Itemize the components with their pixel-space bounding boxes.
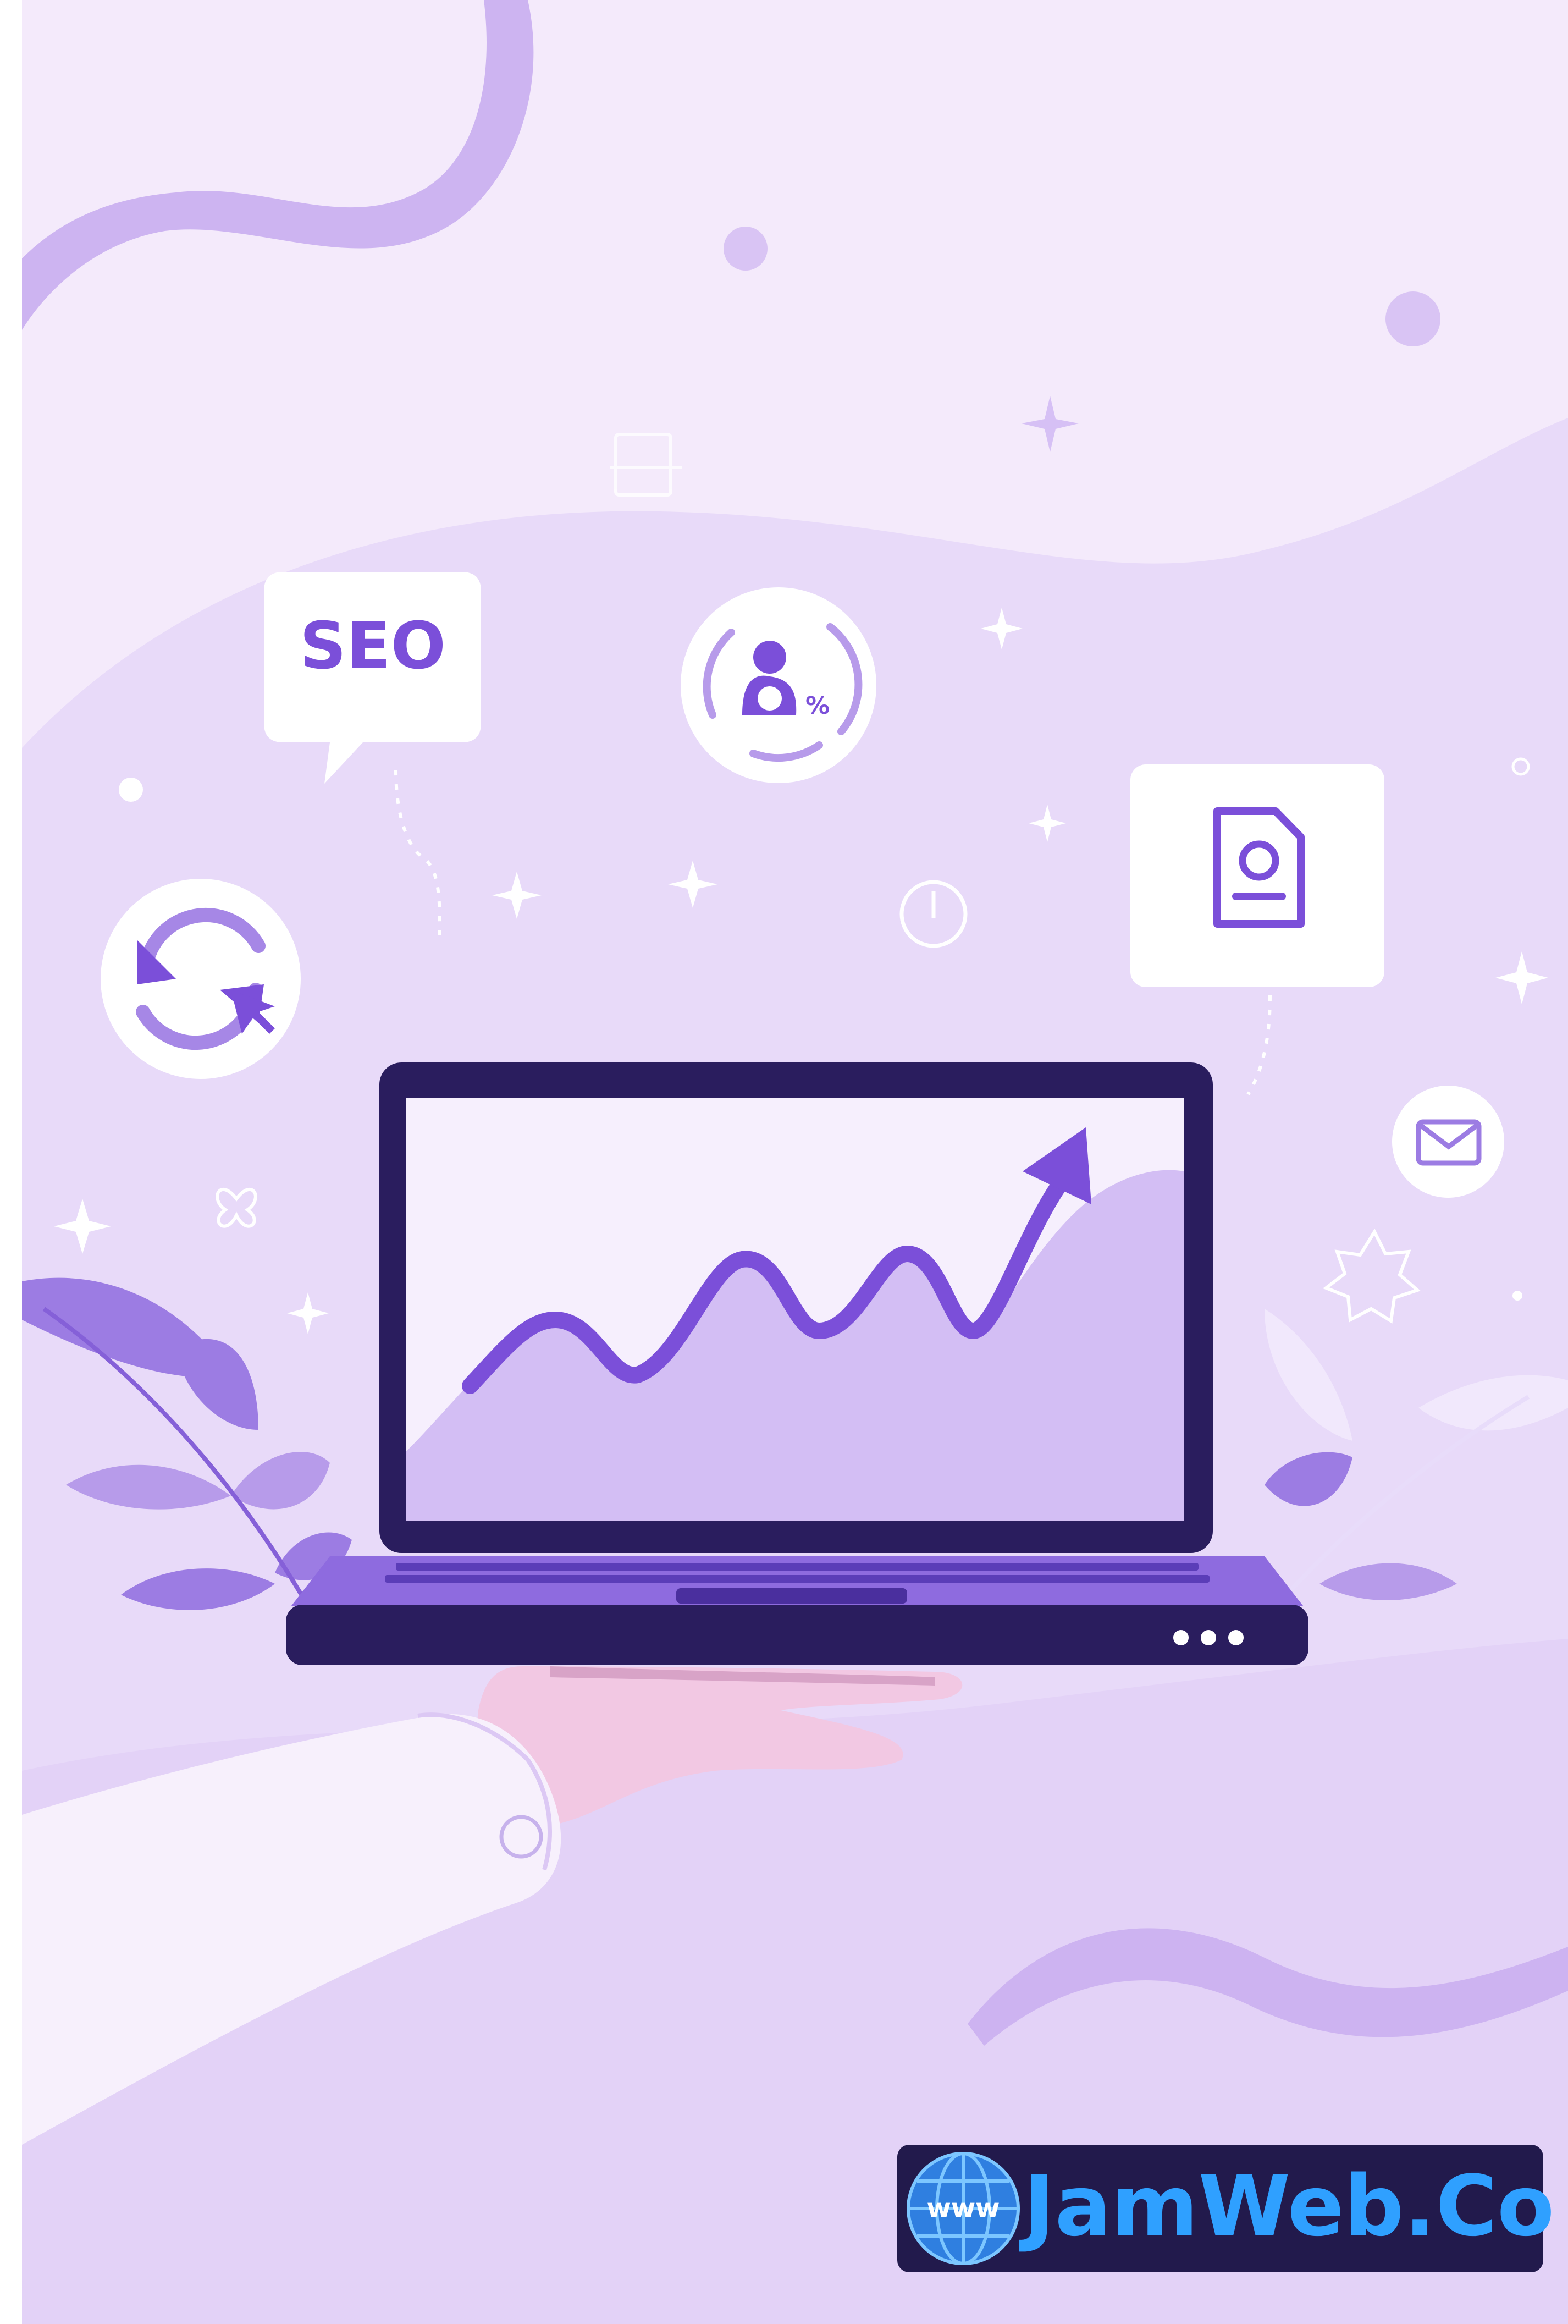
user-percent-badge-icon: % (681, 587, 876, 783)
laptop-indicator-dot (1228, 1630, 1244, 1645)
seo-label: SEO (300, 608, 446, 684)
decor-dot (724, 227, 768, 271)
document-icon (1130, 764, 1384, 987)
globe-icon: www (907, 2152, 1020, 2265)
left-white-strip (0, 0, 22, 2324)
seo-growth-illustration: SEO % www JamWeb.Co (0, 0, 1568, 2324)
brand-logo: www JamWeb.Co (897, 2145, 1554, 2272)
decor-dot (1385, 291, 1440, 346)
laptop-base (286, 1556, 1308, 1665)
decor-dot (1512, 1291, 1522, 1301)
decor-dot (119, 778, 143, 802)
brand-logo-text: JamWeb.Co (1019, 2157, 1554, 2255)
illustration-stage: SEO % www JamWeb.Co (0, 0, 1568, 2324)
laptop-screen (379, 1062, 1213, 1553)
globe-text: www (926, 2193, 1000, 2224)
percent-glyph: % (805, 692, 830, 720)
mail-icon (1392, 1086, 1504, 1198)
laptop-indicator-dot (1173, 1630, 1189, 1645)
refresh-arrows-icon (101, 879, 301, 1079)
laptop-indicator-dot (1201, 1630, 1216, 1645)
